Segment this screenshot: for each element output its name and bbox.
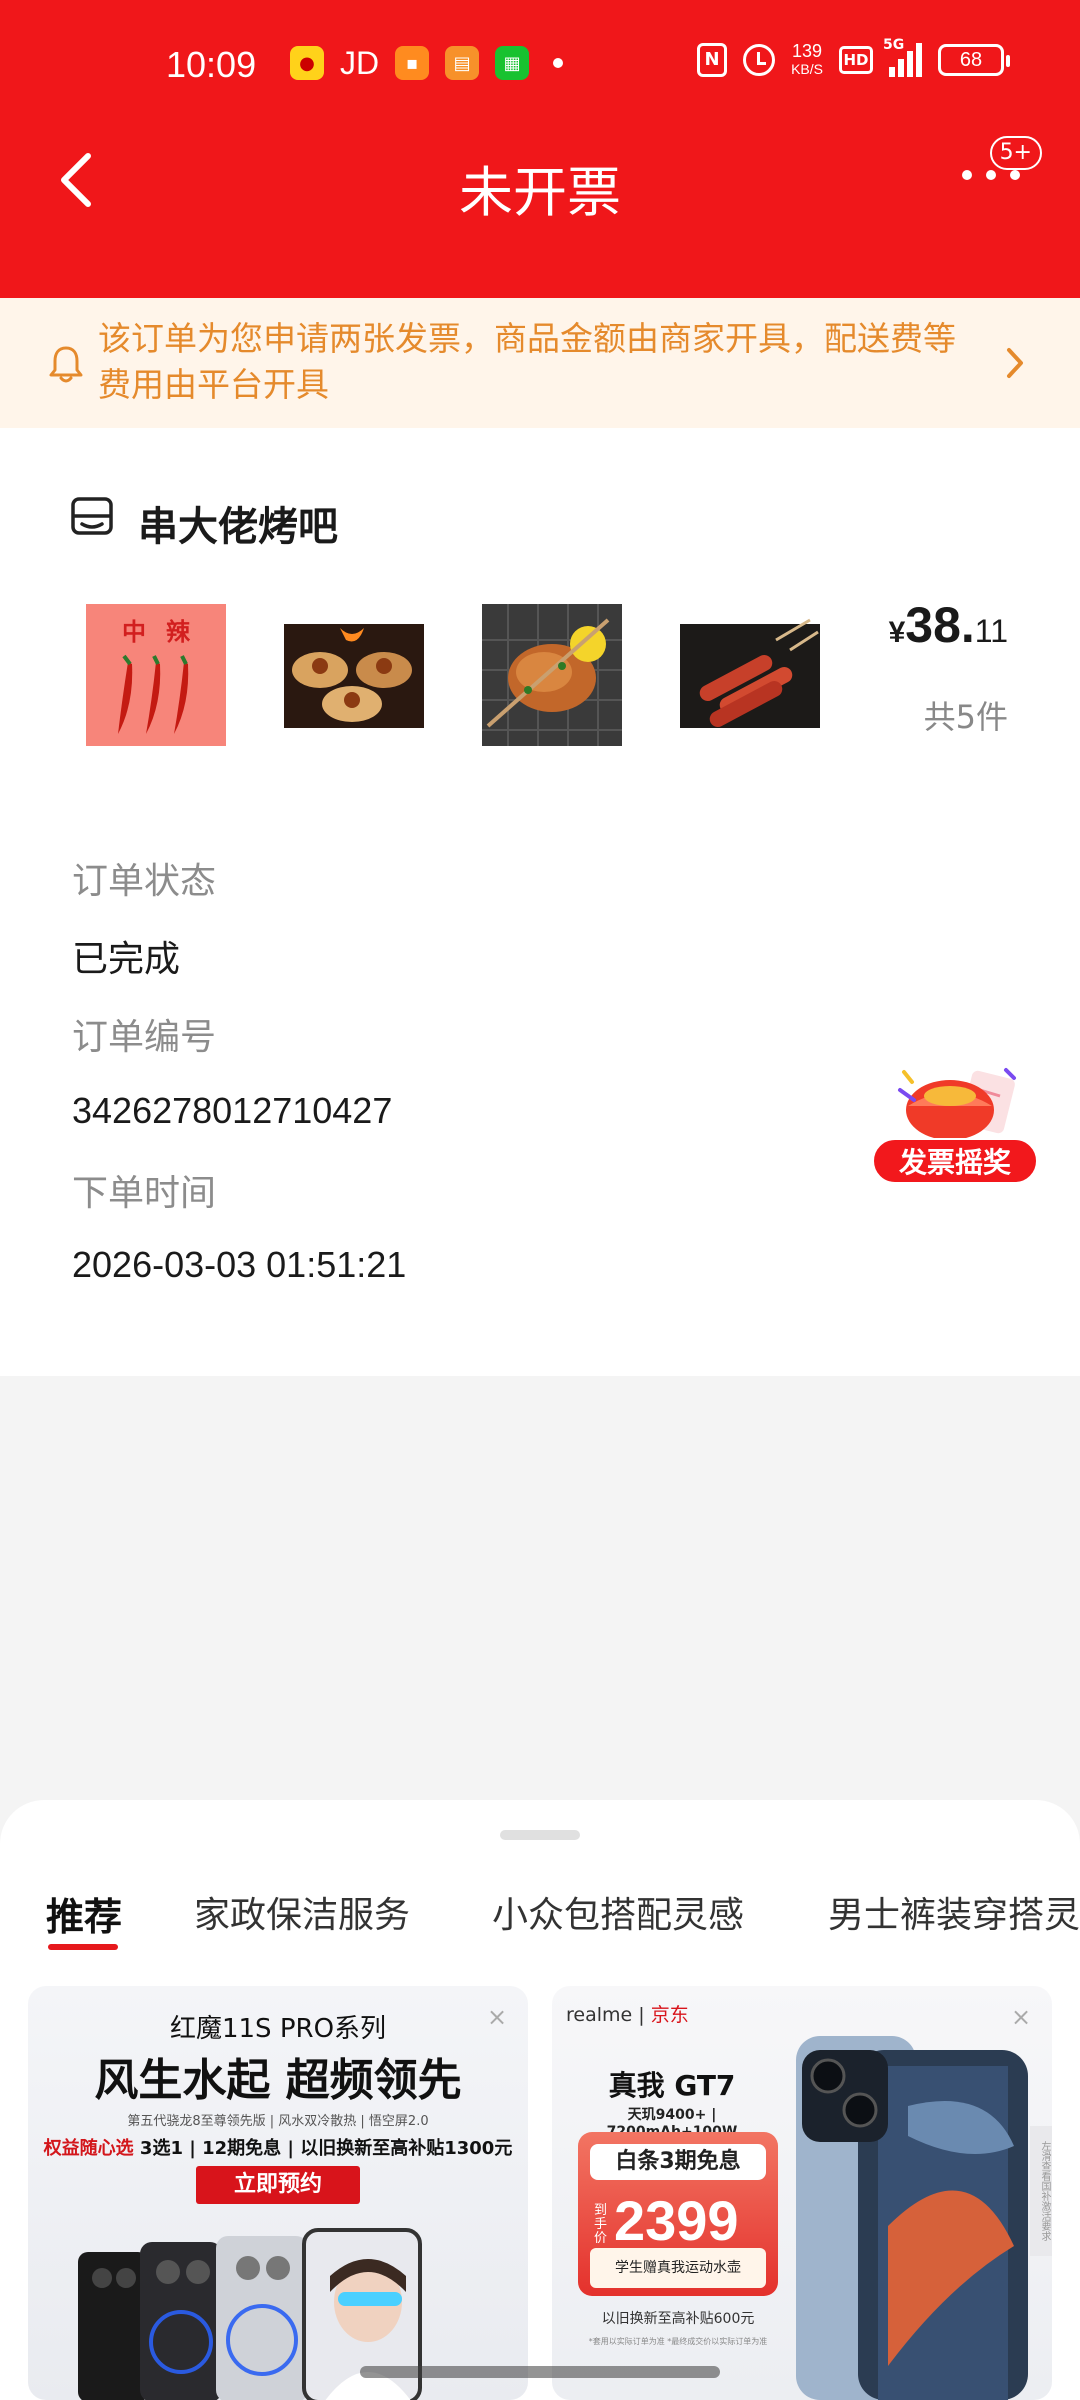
ad-headline: 风生水起 超频领先 [94, 2055, 462, 2106]
ad-card-realme[interactable]: × realme | 京东 真我 GT7 天玑9400+ | 7200mAh+1… [552, 1986, 1052, 2400]
sheet-drag-handle[interactable] [500, 1830, 580, 1840]
item-count: 共5件 [923, 698, 1008, 736]
active-tab-indicator [48, 1944, 118, 1950]
price-decimal: 11 [974, 613, 1008, 649]
android-app-icon: ▦ [495, 46, 530, 80]
phone-image [796, 2036, 1028, 2400]
hd-icon: HD [839, 46, 873, 74]
tab-niche-bags[interactable]: 小众包搭配灵感 [492, 1886, 744, 1938]
invoice-lottery-button[interactable]: 发票摇奖 [872, 1060, 1040, 1184]
game-app-icon: ● [290, 46, 324, 80]
bell-icon [49, 346, 83, 383]
order-total-price: ¥38.11 [889, 596, 1008, 654]
shop-name[interactable]: 串大佬烤吧 [138, 494, 338, 552]
ad-price-card: 白条3期免息 到手价 2399 学生赠真我运动水壶 [578, 2132, 778, 2296]
invoice-lottery-label: 发票摇奖 [872, 1138, 1038, 1184]
price-integer: 38. [905, 597, 975, 653]
store-icon [71, 497, 113, 535]
ad-card-redmagic[interactable]: × 红魔11S PRO系列 风生水起 超频领先 第五代骁龙8至尊领先版 | 风水… [28, 1986, 528, 2400]
app-header: 10:09 ● JD ▪ ▤ ▦ N 139 KB/S HD 5G 68 未开票 [0, 0, 1080, 298]
order-number-value: 3426278012710427 [72, 1090, 393, 1131]
gift-text: 学生赠真我运动水壶 [590, 2248, 766, 2288]
notice-text: 该订单为您申请两张发票，商品金额由商家开具，配送费等费用由平台开具 [98, 319, 956, 404]
status-bar: 10:09 ● JD ▪ ▤ ▦ N 139 KB/S HD 5G 68 [0, 37, 1080, 94]
chevron-right-icon [1007, 348, 1023, 378]
jd-app-icon: JD [340, 44, 380, 81]
tab-mens-pants[interactable]: 男士裤装穿搭灵 [828, 1886, 1080, 1938]
network-speed: 139 KB/S [791, 42, 823, 78]
order-card: 串大佬烤吧 中 辣 ¥38.11 共5件 订单状态 已完成 订单编号 34262… [0, 428, 1080, 1376]
book-app-icon: ▤ [445, 46, 480, 80]
ad-spec: 第五代骁龙8至尊领先版 | 风水双冷散热 | 悟空屏2.0 [127, 2114, 429, 2129]
price-label: 到手价 [594, 2203, 608, 2246]
order-number-label: 订单编号 [72, 1017, 217, 1058]
alarm-icon [743, 44, 776, 76]
thumb-text-1: 中 [122, 618, 146, 646]
gift-envelope-icon [898, 1068, 1016, 1140]
ad-offer-detail: 3选1 | 12期免息 | 以旧换新至高补贴1300元 [133, 2138, 513, 2159]
invoice-notice-banner[interactable]: 该订单为您申请两张发票，商品金额由商家开具，配送费等费用由平台开具 [0, 298, 1080, 428]
signal-icon: 5G [883, 37, 922, 77]
recommendation-sheet[interactable]: 推荐 家政保洁服务 小众包搭配灵感 男士裤装穿搭灵 × 红魔11S PRO系列 … [0, 1800, 1080, 2400]
price-currency: ¥ [888, 616, 906, 649]
page-title: 未开票 [459, 161, 621, 224]
order-time-label: 下单时间 [72, 1173, 217, 1214]
status-time: 10:09 [166, 44, 257, 85]
fine-print: *套用以实际订单为准 *最终成交价以实际订单为准 [588, 2337, 768, 2346]
ad-reserve-button[interactable]: 立即预约 [196, 2166, 360, 2204]
ad-price: 2399 [614, 2189, 739, 2252]
ad-series: 红魔11S PRO系列 [169, 2014, 387, 2044]
ad-partner-name: 京东 [650, 2004, 689, 2026]
installment-badge: 白条3期免息 [590, 2144, 766, 2180]
notification-icons: ● JD ▪ ▤ ▦ [290, 44, 564, 81]
tab-housekeeping[interactable]: 家政保洁服务 [194, 1886, 410, 1938]
order-status-label: 订单状态 [72, 861, 217, 902]
side-slide-tab[interactable]: 左滑查看国补激活要求 [1030, 2126, 1052, 2256]
product-thumbnail-4[interactable] [676, 600, 824, 750]
system-icons: N 139 KB/S HD 5G 68 [697, 37, 1010, 78]
network-type: 5G [883, 37, 905, 53]
ad-offer: 权益随心选 3选1 | 12期免息 | 以旧换新至高补贴1300元 [28, 2134, 528, 2160]
order-status-value: 已完成 [72, 939, 181, 980]
tab-recommend[interactable]: 推荐 [46, 1886, 122, 1941]
product-thumbnail-2[interactable] [280, 600, 428, 750]
order-time-value: 2026-03-03 01:51:21 [72, 1244, 407, 1285]
ad-model: 真我 GT7 [608, 2069, 736, 2102]
ad-brand-name: realme [566, 2004, 633, 2026]
ad-offer-brand: 权益随心选 [43, 2138, 134, 2159]
nfc-icon: N [697, 43, 728, 77]
battery-icon: 68 [938, 44, 1010, 76]
network-speed-value: 139 [792, 41, 823, 61]
thumb-text-2: 辣 [166, 618, 191, 646]
more-notifications-dot [553, 58, 564, 68]
ad-brand: realme | 京东 [566, 2004, 689, 2026]
product-thumbnail-1[interactable]: 中 辣 [82, 600, 230, 750]
more-options-button[interactable] [962, 170, 1020, 180]
home-indicator[interactable] [360, 2366, 720, 2378]
recommendation-tabs: 推荐 家政保洁服务 小众包搭配灵感 男士裤装穿搭灵 [0, 1886, 1080, 1956]
red-envelope-icon: ▪ [395, 46, 430, 80]
product-thumbnail-3[interactable] [478, 600, 626, 750]
tradein-text: 以旧换新至高补贴600元 [601, 2311, 755, 2327]
close-icon[interactable]: × [1010, 2005, 1032, 2029]
network-speed-unit: KB/S [791, 61, 823, 77]
message-count-badge: 5+ [989, 136, 1042, 170]
